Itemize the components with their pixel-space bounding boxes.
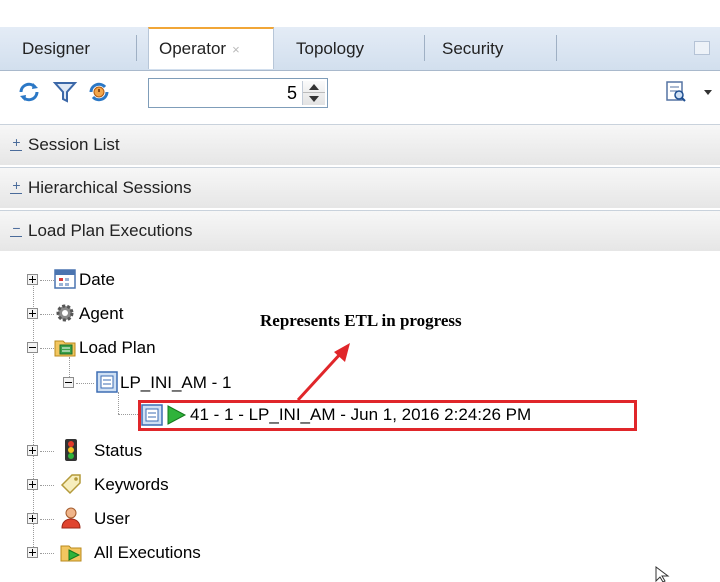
user-icon <box>61 507 81 529</box>
tag-icon <box>60 474 81 495</box>
tab-security[interactable]: Security <box>442 27 503 70</box>
spin-down-icon[interactable] <box>309 96 319 102</box>
refresh-icon[interactable] <box>16 79 42 105</box>
tab-separator <box>556 35 557 61</box>
collapse-icon[interactable]: − <box>10 221 22 237</box>
expand-agent-icon[interactable] <box>27 308 38 319</box>
execution-highlight-box <box>138 400 637 431</box>
tab-separator <box>136 35 137 61</box>
filter-icon[interactable] <box>52 79 78 105</box>
search-dropdown-icon[interactable] <box>664 79 690 105</box>
row-count-value: 5 <box>286 83 297 103</box>
tab-separator <box>424 35 425 61</box>
close-icon[interactable]: × <box>232 42 240 57</box>
spin-up-icon[interactable] <box>309 84 319 90</box>
expand-status-icon[interactable] <box>27 445 38 456</box>
tree-node-user[interactable]: User <box>94 506 130 532</box>
tree-node-date[interactable]: Date <box>79 267 115 293</box>
panel-label: Load Plan Executions <box>28 221 193 240</box>
calendar-icon <box>54 269 76 289</box>
tab-operator-label: Operator <box>159 39 227 58</box>
gear-icon <box>56 304 74 322</box>
spinner-buttons[interactable] <box>302 81 325 105</box>
tree-line <box>118 392 119 414</box>
collapse-lp-node-icon[interactable] <box>63 377 74 388</box>
cursor-icon <box>655 566 670 582</box>
tree-node-load-plan[interactable]: Load Plan <box>79 335 156 361</box>
expand-icon[interactable]: + <box>10 178 22 194</box>
expand-user-icon[interactable] <box>27 513 38 524</box>
collapse-load-plan-icon[interactable] <box>27 342 38 353</box>
tree-node-keywords[interactable]: Keywords <box>94 472 169 498</box>
title-strip <box>0 0 720 27</box>
tree-node-status[interactable]: Status <box>94 438 142 464</box>
panel-session-list[interactable]: + Session List <box>0 124 720 165</box>
load-plan-icon <box>96 371 118 393</box>
annotation-label: Represents ETL in progress <box>260 311 462 330</box>
tree-node-all-executions[interactable]: All Executions <box>94 540 201 566</box>
tree-node-lp-ini-am[interactable]: LP_INI_AM - 1 <box>120 370 232 396</box>
expand-icon[interactable]: + <box>10 135 22 151</box>
executions-folder-icon <box>60 545 82 562</box>
tab-topology[interactable]: Topology <box>296 27 364 70</box>
traffic-light-icon <box>65 439 77 461</box>
minimize-button[interactable] <box>694 41 710 55</box>
toolbar: 5 <box>0 71 720 115</box>
expand-date-icon[interactable] <box>27 274 38 285</box>
annotation-arrow <box>296 343 350 402</box>
panel-label: Hierarchical Sessions <box>28 178 192 197</box>
tab-designer[interactable]: Designer <box>22 27 90 70</box>
scheduler-refresh-icon[interactable] <box>86 79 112 105</box>
expand-all-executions-icon[interactable] <box>27 547 38 558</box>
chevron-down-icon[interactable] <box>704 90 712 95</box>
panel-load-plan-executions[interactable]: − Load Plan Executions <box>0 210 720 251</box>
tab-operator[interactable]: Operator × <box>148 27 274 69</box>
panel-hierarchical-sessions[interactable]: + Hierarchical Sessions <box>0 167 720 208</box>
panel-label: Session List <box>28 135 120 154</box>
navigator-tabs: Designer Operator × Topology Security <box>0 27 720 71</box>
load-plan-folder-icon <box>54 340 76 357</box>
row-count-stepper[interactable]: 5 <box>148 78 328 108</box>
tree-node-agent[interactable]: Agent <box>79 301 123 327</box>
expand-keywords-icon[interactable] <box>27 479 38 490</box>
